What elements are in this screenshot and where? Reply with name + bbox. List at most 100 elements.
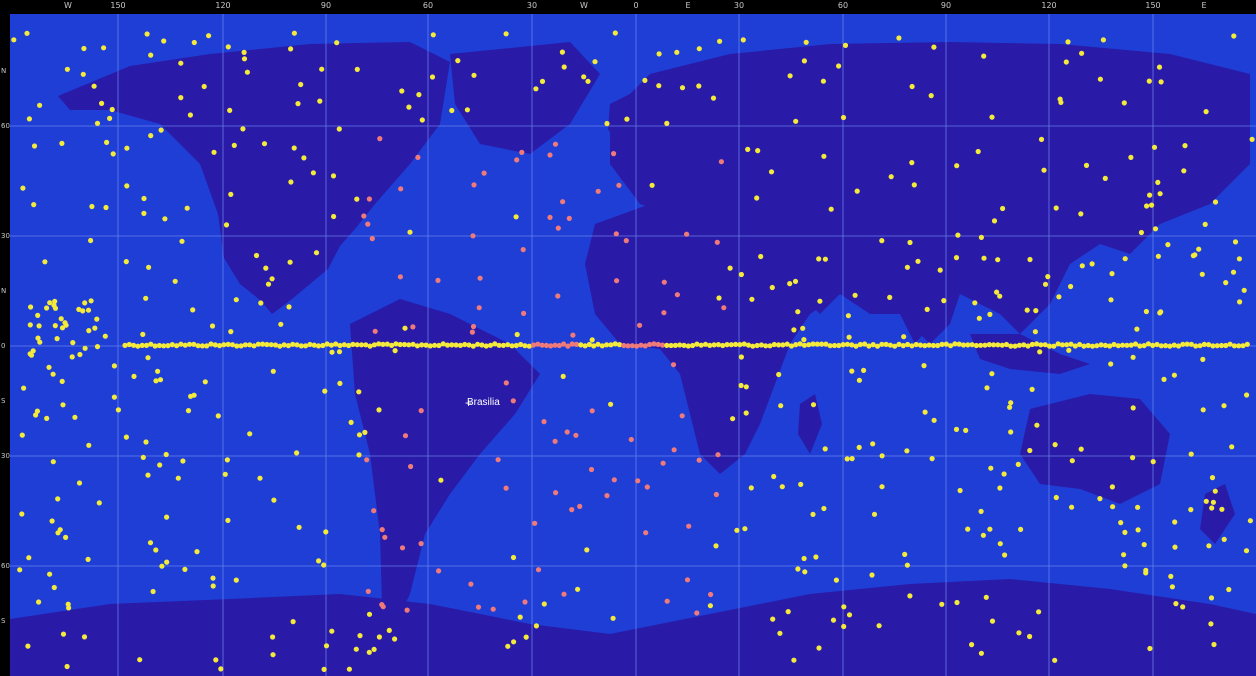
satellite-dot <box>907 239 913 246</box>
satellite-dot <box>1094 343 1100 349</box>
top-label-30e: 30 <box>733 1 745 10</box>
latitude-scale-bar: N 60 30 N 0 S 30 60 S <box>0 14 10 676</box>
satellite-dot <box>362 429 368 435</box>
satellite-dot <box>31 202 37 208</box>
satellite-dot <box>1138 229 1144 236</box>
satellite-dot <box>435 277 441 283</box>
satellite-dot <box>841 623 847 630</box>
satellite-dot <box>233 297 239 303</box>
satellite-dot <box>21 385 27 391</box>
satellite-dot <box>1155 179 1161 185</box>
satellite-dot <box>522 599 528 605</box>
satellite-dot <box>555 225 561 231</box>
satellite-dot <box>115 407 121 413</box>
satellite-dot <box>896 35 902 41</box>
satellite-dot <box>978 234 985 240</box>
satellite-dot <box>698 342 704 348</box>
satellite-dot <box>1130 354 1136 360</box>
satellite-dot <box>595 188 601 194</box>
longitude-scale-bar: W 150 120 90 60 30 W 0 E 30 60 90 120 15… <box>0 0 1256 14</box>
satellite-dot <box>836 63 842 69</box>
satellite-dot <box>1033 308 1039 314</box>
satellite-dot <box>241 56 248 62</box>
satellite-dot <box>604 493 610 499</box>
satellite-dot <box>674 292 681 298</box>
satellite-dot <box>1244 392 1250 398</box>
satellite-dot <box>517 614 523 620</box>
satellite-dot <box>779 484 785 490</box>
satellite-dot <box>209 323 216 329</box>
satellite-dot <box>721 305 727 311</box>
satellite-dot <box>1002 552 1008 558</box>
satellite-dot <box>1118 520 1124 526</box>
satellite-dot <box>793 118 799 124</box>
satellite-dot <box>749 296 755 302</box>
satellite-dot <box>581 74 587 80</box>
satellite-dot <box>261 141 268 147</box>
satellite-dot <box>185 408 192 414</box>
satellite-dot <box>1249 136 1255 142</box>
satellite-dot <box>589 337 595 343</box>
satellite-dot <box>1134 326 1140 332</box>
satellite-dot <box>86 442 92 448</box>
satellite-dot <box>869 572 875 578</box>
satellite-dot <box>696 457 702 463</box>
satellite-dot <box>791 657 797 663</box>
satellite-dot <box>471 72 477 78</box>
satellite-dot <box>55 530 61 536</box>
world-map[interactable]: + <box>10 14 1256 676</box>
satellite-dot <box>336 349 343 355</box>
satellite-dot <box>165 343 171 349</box>
satellite-dot <box>707 603 714 609</box>
satellite-dot <box>1078 446 1084 452</box>
satellite-dot <box>157 462 163 468</box>
satellite-dot <box>1037 349 1043 355</box>
satellite-dot <box>457 342 463 348</box>
satellite-dot <box>588 466 595 473</box>
satellite-dot <box>1223 280 1229 286</box>
satellite-dot <box>670 362 677 368</box>
satellite-dot <box>162 216 168 222</box>
satellite-dot <box>354 66 360 72</box>
satellite-dot <box>225 517 231 523</box>
satellite-dot <box>777 630 783 636</box>
satellite-dot <box>1226 586 1232 593</box>
satellite-dot <box>191 39 197 46</box>
satellite-dot <box>398 186 404 192</box>
satellite-dot <box>47 571 53 577</box>
satellite-dot <box>902 551 908 558</box>
satellite-dot <box>612 30 618 36</box>
satellite-dot <box>649 182 655 188</box>
satellite-dot <box>376 407 382 413</box>
satellite-dot <box>55 496 61 502</box>
satellite-dot <box>611 477 617 483</box>
satellite-dot <box>954 163 960 169</box>
satellite-dot <box>717 38 723 44</box>
satellite-dot <box>514 157 520 163</box>
satellite-dot <box>36 323 42 329</box>
satellite-dot <box>99 100 105 106</box>
satellite-dot <box>25 643 31 649</box>
satellite-dot <box>656 83 662 89</box>
satellite-dot <box>555 293 561 299</box>
satellite-dot <box>59 140 65 146</box>
satellite-dot <box>1108 297 1114 303</box>
left-label-60s: 60 <box>1 562 10 570</box>
satellite-dot <box>1122 529 1128 536</box>
satellite-dot <box>337 380 343 386</box>
satellite-dot <box>941 298 947 304</box>
satellite-dot <box>1167 343 1173 349</box>
satellite-dot <box>1042 281 1049 287</box>
satellite-dot <box>1034 422 1040 428</box>
satellite-dot <box>1165 242 1171 248</box>
satellite-dot <box>553 490 559 496</box>
satellite-dot <box>468 581 474 587</box>
satellite-dot <box>159 563 165 569</box>
satellite-dot <box>24 30 30 36</box>
satellite-dot <box>124 183 130 189</box>
top-label-hemisphere-east-1: E <box>685 1 691 10</box>
satellite-dot <box>628 436 634 443</box>
satellite-dot <box>661 279 667 285</box>
satellite-dot <box>1192 252 1198 258</box>
satellite-dot <box>520 247 526 253</box>
